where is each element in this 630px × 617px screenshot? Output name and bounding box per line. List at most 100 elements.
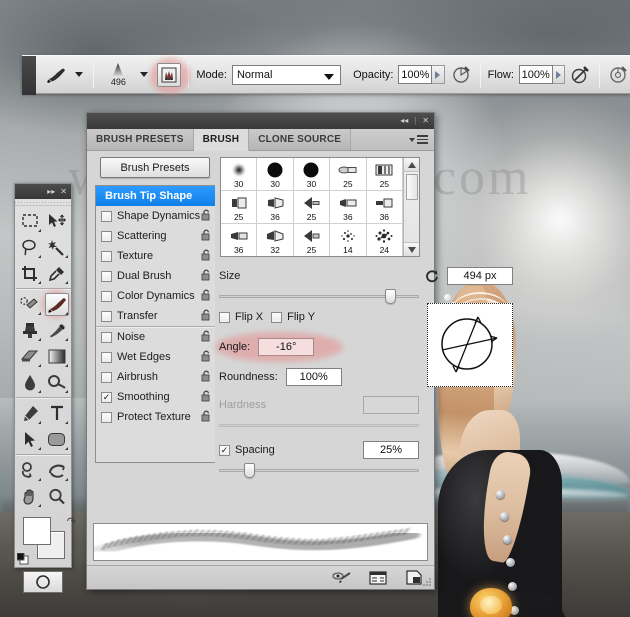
brush-grid-scrollbar[interactable] [403, 158, 419, 256]
foreground-color-swatch[interactable] [23, 517, 51, 545]
option-smoothing[interactable]: ✓ Smoothing [96, 387, 215, 407]
toolbar-grip[interactable] [15, 199, 71, 206]
airbrush-icon[interactable] [571, 63, 590, 87]
tool-dodge-tool[interactable] [43, 369, 70, 395]
scroll-up-arrow-icon[interactable] [404, 158, 419, 172]
tool-hand-tool[interactable] [16, 483, 43, 509]
brush-tip-cell[interactable]: 36 [257, 191, 294, 224]
tool-gradient-tool[interactable] [43, 343, 70, 369]
checkbox[interactable] [101, 351, 112, 363]
options-bar-grip[interactable] [22, 56, 37, 95]
brush-tip-cell[interactable]: 30 [221, 158, 258, 191]
brush-tip-cell[interactable]: 14 [330, 224, 367, 256]
option-scattering[interactable]: Scattering [96, 226, 215, 246]
option-wet-edges[interactable]: Wet Edges [96, 347, 215, 367]
blend-mode-select[interactable]: Normal [231, 64, 342, 85]
chevron-down-icon[interactable] [140, 72, 149, 77]
brush-tip-cell[interactable]: 25 [330, 158, 367, 191]
collapse-arrows-icon[interactable]: ▸▸ [47, 187, 55, 196]
checkbox[interactable] [101, 331, 112, 343]
brush-panel-toggle-icon[interactable] [157, 62, 182, 87]
toolbar-titlebar[interactable]: ▸▸ ✕ [15, 184, 71, 199]
roundness-input[interactable]: 100% [285, 368, 342, 386]
tool-eyedropper-tool[interactable] [43, 260, 70, 286]
option-noise[interactable]: Noise [96, 327, 215, 347]
default-colors-icon[interactable] [16, 552, 29, 565]
quick-mask-icon[interactable] [23, 571, 63, 593]
checkbox[interactable] [101, 270, 112, 282]
scroll-down-arrow-icon[interactable] [404, 242, 419, 256]
opacity-slider-button[interactable] [432, 65, 445, 84]
brush-tip-cell[interactable]: 32 [257, 224, 294, 256]
option-protect-texture[interactable]: Protect Texture [96, 407, 215, 427]
tab-clone-source[interactable]: CLONE SOURCE [249, 129, 352, 150]
unlocked-padlock-icon[interactable] [201, 390, 212, 405]
unlocked-padlock-icon[interactable] [201, 370, 212, 385]
brush-tip-cell[interactable]: 25 [294, 224, 331, 256]
tool-history-brush-tool[interactable] [43, 317, 70, 343]
option-brush-tip-shape[interactable]: Brush Tip Shape [96, 186, 215, 206]
brush-tip-cell[interactable]: 36 [366, 191, 403, 224]
swap-colors-icon[interactable]: ↷ [67, 515, 76, 528]
open-preset-manager-icon[interactable] [368, 569, 388, 586]
tool-quick-selection-tool[interactable] [43, 234, 70, 260]
panel-menu-icon[interactable] [409, 129, 434, 150]
toggle-brush-preview-icon[interactable] [332, 569, 352, 586]
tool-lasso-tool[interactable] [16, 234, 43, 260]
airbrush-pressure-opacity-icon[interactable] [452, 63, 471, 87]
option-transfer[interactable]: Transfer [96, 306, 215, 326]
unlocked-padlock-icon[interactable] [201, 269, 212, 284]
unlocked-padlock-icon[interactable] [201, 410, 212, 425]
tool-rounded-rectangle-tool[interactable] [43, 426, 70, 452]
tool-eraser-tool[interactable] [16, 343, 43, 369]
option-color-dynamics[interactable]: Color Dynamics [96, 286, 215, 306]
flow-slider-button[interactable] [552, 65, 566, 84]
option-airbrush[interactable]: Airbrush [96, 367, 215, 387]
tool-blur-tool[interactable] [16, 369, 43, 395]
flip-y-checkbox[interactable] [271, 311, 283, 323]
tablet-pressure-icon[interactable] [609, 63, 628, 87]
checkbox[interactable] [101, 250, 112, 262]
tool-rectangular-marquee-tool[interactable] [16, 208, 43, 234]
size-input[interactable]: 494 px [447, 267, 513, 285]
checkbox[interactable] [101, 310, 112, 322]
opacity-input[interactable]: 100% [398, 65, 433, 84]
checkbox[interactable] [101, 371, 112, 383]
tool-3d-object-rotate-tool[interactable] [16, 457, 43, 483]
close-icon[interactable]: ✕ [60, 187, 67, 196]
option-shape-dynamics[interactable]: Shape Dynamics [96, 206, 215, 226]
panel-resize-grip[interactable] [422, 577, 432, 587]
checkbox[interactable]: ✓ [101, 391, 112, 403]
brush-tip-cell[interactable]: 30 [257, 158, 294, 191]
spacing-checkbox[interactable]: ✓ [219, 444, 230, 456]
brush-angle-preview-icon[interactable] [427, 303, 513, 387]
spacing-slider[interactable] [219, 463, 419, 478]
unlocked-padlock-icon[interactable] [201, 350, 212, 365]
brush-tip-cell[interactable]: 36 [330, 191, 367, 224]
tool-path-selection-tool[interactable] [16, 426, 43, 452]
checkbox[interactable] [101, 290, 112, 302]
unlocked-padlock-icon[interactable] [201, 249, 212, 264]
unlocked-padlock-icon[interactable] [201, 309, 212, 324]
scrollbar-thumb[interactable] [405, 174, 418, 200]
create-new-brush-icon[interactable] [404, 569, 424, 586]
checkbox[interactable] [101, 210, 112, 222]
tool-zoom-tool[interactable] [43, 483, 70, 509]
tool-clone-stamp-tool[interactable] [16, 317, 43, 343]
size-slider[interactable] [219, 289, 419, 304]
collapse-arrows-icon[interactable]: ◂◂ [400, 117, 408, 125]
reset-size-icon[interactable] [424, 268, 440, 284]
brush-tip-cell[interactable]: 25 [221, 191, 258, 224]
brush-tip-cell[interactable]: 36 [221, 224, 258, 256]
brush-tip-cell[interactable]: 25 [366, 158, 403, 191]
tool-horizontal-type-tool[interactable] [43, 400, 70, 426]
flow-input[interactable]: 100% [518, 65, 553, 84]
brush-tip-cell[interactable]: 25 [293, 191, 331, 224]
close-icon[interactable]: ✕ [422, 117, 429, 125]
brush-panel-titlebar[interactable]: ◂◂ | ✕ [87, 113, 434, 129]
option-texture[interactable]: Texture [96, 246, 215, 266]
brush-presets-button[interactable]: Brush Presets [100, 157, 210, 178]
unlocked-padlock-icon[interactable] [201, 330, 212, 345]
tab-brush[interactable]: BRUSH [193, 129, 250, 151]
option-dual-brush[interactable]: Dual Brush [96, 266, 215, 286]
